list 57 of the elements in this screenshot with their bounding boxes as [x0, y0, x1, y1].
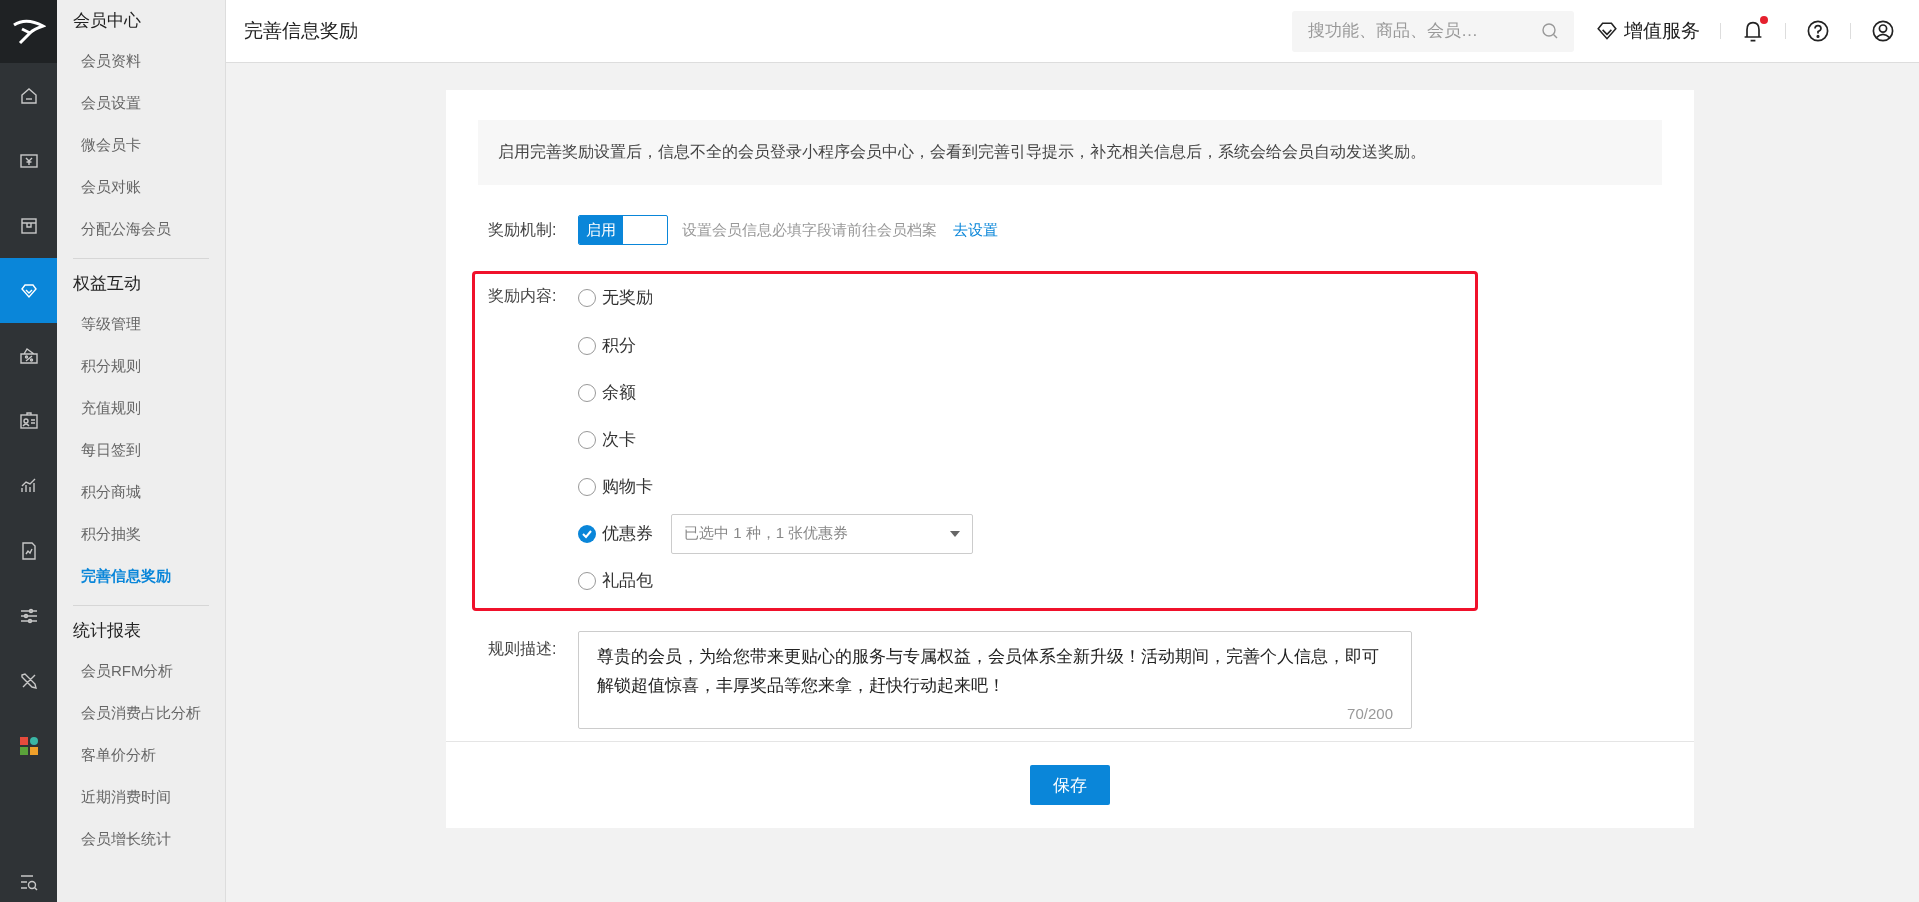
sidebar-item[interactable]: 会员对账: [73, 166, 209, 208]
id-card-icon: [18, 410, 39, 431]
reward-radio[interactable]: 次卡: [578, 428, 636, 451]
enable-toggle[interactable]: 启用: [578, 215, 668, 245]
settings-link[interactable]: 去设置: [953, 220, 998, 240]
char-counter: 70/200: [1347, 705, 1393, 722]
sidebar-item[interactable]: 会员设置: [73, 82, 209, 124]
sidebar-item[interactable]: 客单价分析: [73, 734, 209, 776]
reward-radio[interactable]: 无奖励: [578, 286, 653, 309]
save-button[interactable]: 保存: [1030, 765, 1110, 805]
field-label: 奖励机制:: [488, 219, 558, 240]
box-icon: [18, 215, 39, 236]
sidebar-item[interactable]: 每日签到: [73, 429, 209, 471]
page-title: 完善信息奖励: [244, 19, 358, 43]
home-icon: [18, 85, 39, 106]
sidebar-item[interactable]: 会员消费占比分析: [73, 692, 209, 734]
description-field[interactable]: 尊贵的会员，为给您带来更贴心的服务与专属权益，会员体系全新升级！活动期间，完善个人信息，即可解锁超值惊喜，丰厚奖品等您来拿，赶快行动起来吧！ 70/200: [578, 631, 1412, 729]
account-button[interactable]: [1871, 19, 1895, 43]
caret-icon: [950, 530, 960, 537]
reward-radio[interactable]: 购物卡: [578, 475, 653, 498]
search-icon: [1540, 20, 1560, 41]
search-field[interactable]: 搜功能、商品、会员…: [1292, 10, 1574, 52]
description-text: 尊贵的会员，为给您带来更贴心的服务与专属权益，会员体系全新升级！活动期间，完善个人信息，即可解锁超值惊喜，丰厚奖品等您来拿，赶快行动起来吧！: [597, 646, 1380, 697]
reward-radio[interactable]: 优惠券: [578, 522, 653, 545]
reward-radio[interactable]: 积分: [578, 334, 636, 357]
apps-icon: [18, 735, 39, 756]
help-button[interactable]: [1806, 19, 1830, 43]
sidebar-item[interactable]: 会员RFM分析: [73, 650, 209, 692]
tools-icon: [18, 670, 39, 691]
sidebar-item[interactable]: 完善信息奖励: [73, 555, 209, 597]
coupon-dropdown[interactable]: 已选中 1 种，1 张优惠券: [671, 513, 973, 554]
sidebar-heading: 权益互动: [73, 273, 141, 295]
ticket-icon: [18, 345, 39, 366]
logo-icon: [11, 18, 46, 45]
sidebar-item[interactable]: 微会员卡: [73, 124, 209, 166]
field-label: 奖励内容:: [488, 286, 558, 306]
sidebar-item[interactable]: 等级管理: [73, 303, 209, 345]
sidebar-heading: 会员中心: [73, 10, 141, 32]
value-service-button[interactable]: 增值服务: [1596, 18, 1700, 44]
sidebar-item[interactable]: 积分规则: [73, 345, 209, 387]
search-list-icon: [18, 872, 39, 892]
sidebar-item[interactable]: 积分商城: [73, 471, 209, 513]
sidebar-item[interactable]: 近期消费时间: [73, 776, 209, 818]
sidebar-heading: 统计报表: [73, 620, 141, 642]
sidebar-item[interactable]: 会员资料: [73, 40, 209, 82]
sidebar-item[interactable]: 积分抽奖: [73, 513, 209, 555]
diamond-icon: [1596, 20, 1618, 42]
sidebar-item[interactable]: 会员增长统计: [73, 818, 209, 860]
field-label: 规则描述:: [488, 639, 558, 659]
user-icon: [1871, 19, 1895, 43]
reward-radio[interactable]: 礼品包: [578, 569, 653, 592]
reward-radio[interactable]: 余额: [578, 381, 636, 404]
sidebar-item[interactable]: 充值规则: [73, 387, 209, 429]
info-notice: 启用完善奖励设置后，信息不全的会员登录小程序会员中心，会看到完善引导提示，补充相关信息后，系统会给会员自动发送奖励。: [478, 120, 1662, 185]
help-icon: [1806, 19, 1830, 43]
sidebar-item[interactable]: 分配公海会员: [73, 208, 209, 250]
hint-text: 设置会员信息必填字段请前往会员档案: [682, 220, 937, 240]
